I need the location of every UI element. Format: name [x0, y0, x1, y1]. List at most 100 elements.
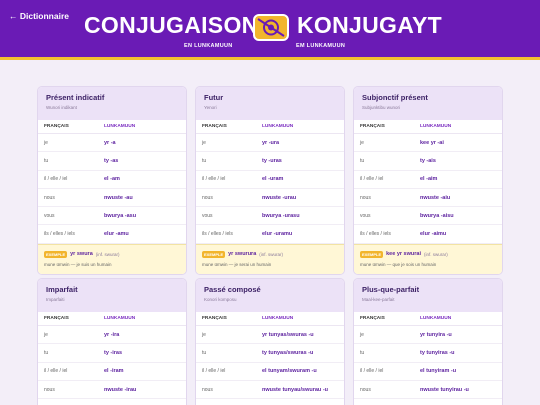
- table-row: il / elle / iel el tunyiram -u: [354, 363, 502, 381]
- example-badge: EXEMPLE: [360, 250, 384, 258]
- form-cell: kee yr -ai: [420, 139, 444, 146]
- form-cell: nwuste -irau: [104, 386, 137, 393]
- conjugation-card-imparfait: Imparfait Imparfaiti FRANÇAIS LUNKAMUUN …: [37, 278, 187, 405]
- card-title: Passé composé: [204, 285, 261, 294]
- table-row: tu ty -iras: [38, 344, 186, 363]
- form-cell: nwuste -urau: [262, 194, 297, 201]
- example-text: yr swura: [70, 251, 93, 258]
- example-translation: mune ümwin — je suis un humain: [44, 261, 112, 267]
- form-cell: nwuste -aiu: [420, 194, 451, 201]
- pronoun-cell: tu: [44, 349, 49, 356]
- conjugation-card-subjonctif: Subjonctif présent Subjunktibu wunori FR…: [353, 86, 503, 275]
- column-header-lunkamuun: LUNKAMUUN: [104, 124, 136, 129]
- pronoun-cell: je: [360, 331, 364, 338]
- form-cell: ty tunyiras -u: [420, 349, 455, 356]
- column-header-french: FRANÇAIS: [44, 124, 69, 129]
- example-box: EXEMPLE kee yr swurai (inf. swurar) mune…: [354, 243, 502, 274]
- table-header: FRANÇAIS LUNKAMUUN: [38, 120, 186, 134]
- card-header: Futur Yenori: [196, 87, 344, 120]
- card-header: Plus-que-parfait Maal-kee-parfait: [354, 279, 502, 312]
- table-row: nous nwuste -au: [38, 189, 186, 208]
- form-cell: nwuste -au: [104, 194, 133, 201]
- form-cell: ty -uras: [262, 157, 282, 164]
- form-cell: el -aim: [420, 176, 438, 183]
- table-row: nous nwuste -irau: [38, 381, 186, 400]
- pronoun-cell: tu: [360, 349, 365, 356]
- pronoun-cell: tu: [202, 349, 207, 356]
- column-header-french: FRANÇAIS: [360, 124, 385, 129]
- example-text: kee yr swurai: [386, 251, 421, 258]
- pronoun-cell: nous: [360, 194, 371, 201]
- card-header: Imparfait Imparfaiti: [38, 279, 186, 312]
- conjugation-card-passe-compose: Passé composé Konori komposu FRANÇAIS LU…: [195, 278, 345, 405]
- card-subtitle: Konori komposu: [204, 297, 237, 302]
- card-title: Futur: [204, 93, 224, 102]
- pronoun-cell: tu: [202, 157, 207, 164]
- example-box: EXEMPLE yr swurura (inf. swurar) mune üm…: [196, 243, 344, 274]
- pronoun-cell: il / elle / iel: [44, 176, 68, 183]
- form-cell: ty -ais: [420, 157, 436, 164]
- pronoun-cell: nous: [44, 386, 55, 393]
- card-title: Présent indicatif: [46, 93, 105, 102]
- card-header: Présent indicatif Wunori indikant: [38, 87, 186, 120]
- form-cell: bwurya -aisu: [420, 212, 454, 219]
- card-subtitle: Imparfaiti: [46, 297, 65, 302]
- pronoun-cell: ils / elles / iels: [44, 231, 75, 238]
- pronoun-cell: tu: [360, 157, 365, 164]
- pronoun-cell: ils / elles / iels: [202, 231, 233, 238]
- table-row: tu ty -uras: [196, 152, 344, 171]
- page-header: ← Dictionnaire CONJUGAISON KONJUGAYT EN …: [0, 0, 540, 60]
- pronoun-cell: nous: [360, 386, 371, 393]
- card-header: Subjonctif présent Subjunktibu wunori: [354, 87, 502, 120]
- table-header: FRANÇAIS LUNKAMUUN: [38, 312, 186, 326]
- table-header: FRANÇAIS LUNKAMUUN: [196, 120, 344, 134]
- table-row: je yr tunyira -u: [354, 326, 502, 345]
- pronoun-cell: je: [360, 139, 364, 146]
- table-row: je kee yr -ai: [354, 134, 502, 153]
- table-row: je yr -ura: [196, 134, 344, 153]
- form-cell: yr -ura: [262, 139, 280, 146]
- table-row: vous bwurya -urasu: [196, 207, 344, 226]
- table-header: FRANÇAIS LUNKAMUUN: [354, 312, 502, 326]
- form-cell: elur -aimu: [420, 231, 447, 238]
- example-infinitive: (inf. swurar): [423, 251, 448, 257]
- back-to-dictionary-link[interactable]: ← Dictionnaire: [9, 11, 69, 21]
- form-cell: ty tunyas/swuras -u: [262, 349, 314, 356]
- table-header: FRANÇAIS LUNKAMUUN: [196, 312, 344, 326]
- form-cell: el -iram: [104, 368, 124, 375]
- table-row: tu ty tunyas/swuras -u: [196, 344, 344, 363]
- table-row: tu ty tunyiras -u: [354, 344, 502, 363]
- example-box: EXEMPLE yr swura (inf. swurar) mune ümwi…: [38, 243, 186, 274]
- table-row: nous nwuste tunyirau -u: [354, 381, 502, 400]
- table-row: il / elle / iel el tunyam/swuram -u: [196, 363, 344, 381]
- form-cell: yr tunyira -u: [420, 331, 452, 338]
- form-cell: ty -iras: [104, 349, 123, 356]
- pronoun-cell: nous: [44, 194, 55, 201]
- page-subtitle-french: EN LUNKAMUUN: [184, 43, 233, 49]
- table-row: nous nwuste -aiu: [354, 189, 502, 208]
- column-header-french: FRANÇAIS: [44, 316, 69, 321]
- card-title: Imparfait: [46, 285, 78, 294]
- form-cell: ty -as: [104, 157, 119, 164]
- form-cell: el tunyam/swuram -u: [262, 368, 317, 375]
- page-title-french: CONJUGAISON: [84, 12, 259, 38]
- pronoun-cell: tu: [44, 157, 49, 164]
- example-text: yr swurura: [228, 251, 257, 258]
- table-row: ils / elles / iels elur -amu: [38, 225, 186, 244]
- form-cell: el tunyiram -u: [420, 368, 457, 375]
- column-header-french: FRANÇAIS: [202, 316, 227, 321]
- column-header-lunkamuun: LUNKAMUUN: [262, 124, 294, 129]
- example-badge: EXEMPLE: [44, 250, 68, 258]
- pronoun-cell: il / elle / iel: [360, 176, 384, 183]
- table-row: nous nwuste tunyau/swurau -u: [196, 381, 344, 400]
- card-title: Subjonctif présent: [362, 93, 428, 102]
- example-translation: mune ümwin — que je sois un humain: [360, 261, 437, 267]
- table-row: nous nwuste -urau: [196, 189, 344, 208]
- table-row: vous bwurya -aisu: [354, 207, 502, 226]
- pronoun-cell: il / elle / iel: [202, 368, 226, 375]
- card-subtitle: Subjunktibu wunori: [362, 105, 401, 110]
- column-header-lunkamuun: LUNKAMUUN: [420, 124, 452, 129]
- pronoun-cell: il / elle / iel: [202, 176, 226, 183]
- pronoun-cell: il / elle / iel: [44, 368, 68, 375]
- example-translation: mune ümwin — je serai un humain: [202, 261, 272, 267]
